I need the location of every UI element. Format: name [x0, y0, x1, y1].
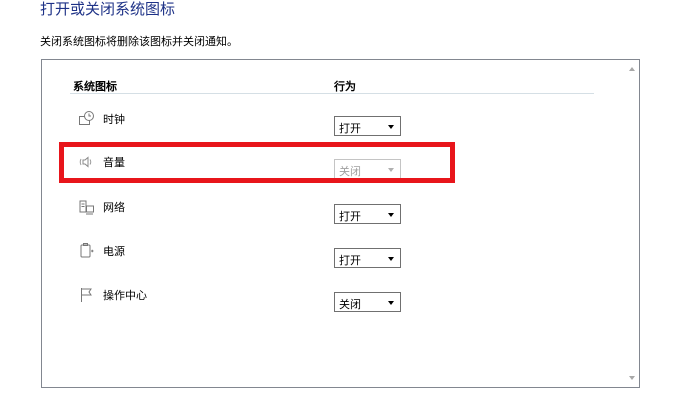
page-description: 关闭系统图标将删除该图标并关闭通知。 [40, 35, 238, 48]
column-header-system-icon: 系统图标 [73, 80, 117, 93]
table-row-action-center: 操作中心 关闭 [42, 286, 602, 316]
highlight-box [59, 142, 455, 183]
behavior-select-power-value: 打开 [339, 254, 361, 267]
chevron-down-icon [388, 301, 394, 305]
vertical-scrollbar[interactable] [625, 60, 639, 387]
behavior-select-network-value: 打开 [339, 210, 361, 223]
behavior-select-action-center-value: 关闭 [339, 298, 361, 311]
row-label-clock: 时钟 [103, 113, 125, 126]
scroll-down-icon[interactable] [629, 376, 635, 380]
action-center-flag-icon [78, 286, 96, 304]
row-label-network: 网络 [103, 201, 125, 214]
row-label-power: 电源 [103, 245, 125, 258]
header-divider [70, 93, 594, 94]
page-title: 打开或关闭系统图标 [40, 0, 176, 18]
table-row-clock: 时钟 打开 [42, 110, 602, 140]
behavior-select-clock[interactable]: 打开 [334, 116, 401, 136]
system-icons-panel: 系统图标 行为 时钟 打开 音量 关闭 网络 打开 电源 打开 操作中心 关闭 [41, 59, 640, 388]
behavior-select-network[interactable]: 打开 [334, 204, 401, 224]
behavior-select-action-center[interactable]: 关闭 [334, 292, 401, 312]
table-row-power: 电源 打开 [42, 242, 602, 272]
behavior-select-clock-value: 打开 [339, 122, 361, 135]
scroll-up-icon[interactable] [629, 67, 635, 71]
power-icon [78, 242, 96, 260]
chevron-down-icon [388, 125, 394, 129]
table-row-network: 网络 打开 [42, 198, 602, 228]
column-header-behavior: 行为 [334, 80, 356, 93]
chevron-down-icon [388, 257, 394, 261]
network-icon [78, 198, 96, 216]
chevron-down-icon [388, 213, 394, 217]
behavior-select-power[interactable]: 打开 [334, 248, 401, 268]
clock-icon [78, 110, 96, 128]
row-label-action-center: 操作中心 [103, 289, 147, 302]
